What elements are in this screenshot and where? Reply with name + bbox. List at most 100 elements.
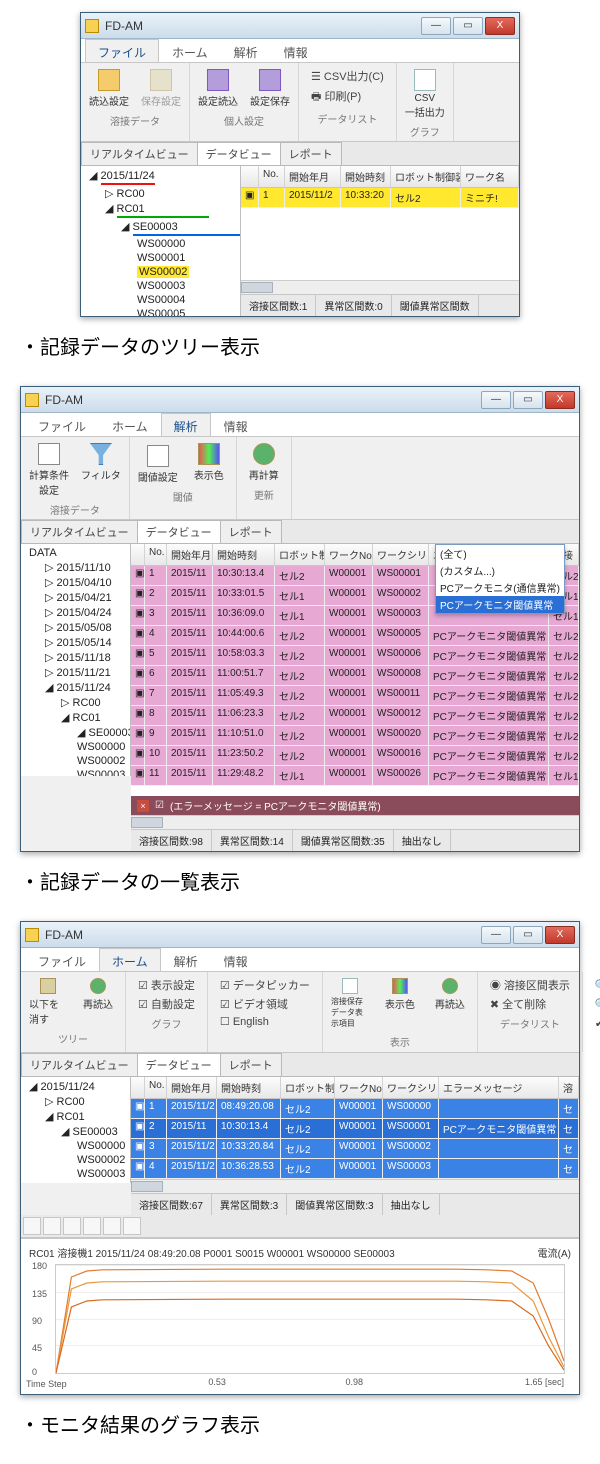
reset-icon[interactable]	[83, 1217, 101, 1235]
tab-file[interactable]: ファイル	[85, 39, 159, 62]
tree-date[interactable]: ◢ 2015/11/24	[21, 1079, 130, 1094]
table-row[interactable]: ▣12015/11/208:49:20.08セル2W00001WS00000セ	[131, 1099, 579, 1119]
tree-ws[interactable]: WS00002	[21, 754, 130, 768]
table-row[interactable]: ▣42015/11/210:36:28.53セル2W00001WS00003セ	[131, 1159, 579, 1179]
tree-date[interactable]: ▷ 2015/05/08	[21, 620, 130, 635]
zoom-in-icon[interactable]	[23, 1217, 41, 1235]
dropdown-option[interactable]: (全て)	[436, 545, 564, 562]
tab-data-view[interactable]: データビュー	[137, 520, 221, 543]
tab-file[interactable]: ファイル	[25, 948, 99, 971]
dropdown-option[interactable]: PCアークモニタ閾値異常	[436, 596, 564, 613]
close-button[interactable]: X	[485, 17, 515, 35]
col-no[interactable]: No.	[259, 166, 285, 187]
titlebar[interactable]: FD-AM — ▭ X	[21, 922, 579, 948]
tree-date[interactable]: ▷ 2015/05/14	[21, 635, 130, 650]
reload2[interactable]: 再読込	[429, 976, 471, 1013]
col-time[interactable]: 開始時刻	[213, 544, 275, 565]
tree-ws[interactable]: WS00002	[21, 1153, 130, 1167]
close-button[interactable]: X	[545, 926, 575, 944]
tab-home[interactable]: ホーム	[99, 413, 161, 436]
save-settings-button[interactable]: 保存設定	[139, 67, 183, 110]
col-serial[interactable]: ワークシリアル	[373, 544, 429, 565]
reverse-search[interactable]: 🔍 逆条件検索	[589, 976, 600, 994]
delete-all[interactable]: ✖ 全て削除	[484, 995, 552, 1013]
tree-se[interactable]: ◢ SE00003	[21, 1124, 130, 1139]
col-date[interactable]: 開始年月	[167, 544, 213, 565]
auto-settings[interactable]: ☑ 自動設定	[132, 995, 201, 1013]
h-scrollbar[interactable]	[131, 1179, 579, 1193]
tree-rc01[interactable]: ◢ RC01	[81, 201, 240, 219]
table-row[interactable]: ▣42015/1110:44:00.6セル2W00001WS00005PCアーク…	[131, 626, 579, 646]
tree-ws[interactable]: WS00000	[21, 1139, 130, 1153]
table-row[interactable]: ▣72015/1111:05:49.3セル2W00001WS00011PCアーク…	[131, 686, 579, 706]
tree-date[interactable]: ▷ 2015/11/21	[21, 665, 130, 680]
titlebar[interactable]: FD-AM — ▭ X	[21, 387, 579, 413]
tree-ws[interactable]: WS00005	[81, 307, 240, 316]
table-row[interactable]: ▣52015/1110:58:03.3セル2W00001WS00006PCアーク…	[131, 646, 579, 666]
english-toggle[interactable]: ☐ English	[214, 1014, 275, 1029]
video-area[interactable]: ☑ ビデオ領域	[214, 995, 294, 1013]
display-settings[interactable]: ☑ 表示設定	[132, 976, 201, 994]
data-picker[interactable]: ☑ データピッカー	[214, 976, 316, 994]
col-marker[interactable]	[241, 166, 259, 187]
col-robot[interactable]: ロボット制御	[275, 544, 325, 565]
close-button[interactable]: X	[545, 391, 575, 409]
minimize-button[interactable]: —	[481, 926, 511, 944]
tree-panel[interactable]: ◢ 2015/11/24 ▷ RC00 ◢ RC01 ◢ SE00003 WS0…	[21, 1077, 131, 1183]
tree-se[interactable]: ◢ SE00003	[21, 725, 130, 740]
dropdown-option[interactable]: (カスタム...)	[436, 562, 564, 579]
table-row[interactable]: ▣82015/1111:06:23.3セル2W00001WS00012PCアーク…	[131, 706, 579, 726]
csv-output-button[interactable]: ☰ CSV出力(C)	[305, 67, 390, 85]
tree-rc01[interactable]: ◢ RC01	[21, 710, 130, 725]
reload-button[interactable]: 再読込	[77, 976, 119, 1013]
read-settings-button[interactable]: 読込設定	[87, 67, 131, 110]
table-row[interactable]: ▣102015/1111:23:50.2セル2W00001WS00016PCアー…	[131, 746, 579, 766]
h-scrollbar[interactable]	[131, 815, 579, 829]
tree-ws[interactable]: WS00003	[21, 768, 130, 776]
tree-rc00[interactable]: ▷ RC00	[81, 186, 240, 201]
color-button[interactable]: 表示色	[188, 441, 230, 484]
tab-report[interactable]: レポート	[220, 1053, 282, 1076]
minimize-button[interactable]: —	[481, 391, 511, 409]
tree-date[interactable]: ▷ 2015/11/10	[21, 560, 130, 575]
tree-se[interactable]: ◢ SE00003	[81, 219, 240, 237]
table-row[interactable]: ▣92015/1111:10:51.0セル2W00001WS00020PCアーク…	[131, 726, 579, 746]
weld-save-display[interactable]: 溶接保存データ表示項目	[329, 976, 371, 1031]
col-robot[interactable]: ロボット制御装置	[391, 166, 461, 187]
tab-info[interactable]: 情報	[271, 39, 321, 62]
clear-filter-icon[interactable]: ×	[137, 800, 149, 812]
maximize-button[interactable]: ▭	[513, 926, 543, 944]
tree-date[interactable]: ▷ 2015/04/24	[21, 605, 130, 620]
tab-report[interactable]: レポート	[220, 520, 282, 543]
tab-data-view[interactable]: データビュー	[137, 1053, 221, 1076]
table-row[interactable]: ▣112015/1111:29:48.2セル1W00001WS00026PCアー…	[131, 766, 579, 786]
col-marker[interactable]	[131, 544, 145, 565]
tree-ws[interactable]: WS00002	[81, 265, 240, 279]
tree-date[interactable]: ▷ 2015/04/21	[21, 590, 130, 605]
tab-realtime-view[interactable]: リアルタイムビュー	[21, 520, 138, 543]
maximize-button[interactable]: ▭	[513, 391, 543, 409]
tree-ws[interactable]: WS00003	[81, 279, 240, 293]
tab-data-view[interactable]: データビュー	[197, 142, 281, 165]
tab-realtime-view[interactable]: リアルタイムビュー	[81, 142, 198, 165]
tab-realtime-view[interactable]: リアルタイムビュー	[21, 1053, 138, 1076]
col-no[interactable]: No.	[145, 544, 167, 565]
tab-file[interactable]: ファイル	[25, 413, 99, 436]
col-workno[interactable]: ワークNo.	[325, 544, 373, 565]
tab-analysis[interactable]: 解析	[161, 413, 211, 436]
tree-date[interactable]: ▷ 2015/11/18	[21, 650, 130, 665]
weld-section-display[interactable]: ◉ 溶接区間表示	[484, 976, 576, 994]
tree-date[interactable]: ◢ 2015/11/24	[21, 680, 130, 695]
zoom-out-icon[interactable]	[43, 1217, 61, 1235]
tree-ws[interactable]: WS00001	[81, 251, 240, 265]
titlebar[interactable]: FD-AM — ▭ X	[81, 13, 519, 39]
cursor-icon[interactable]	[103, 1217, 121, 1235]
settings-save-button[interactable]: 設定保存	[248, 67, 292, 110]
tree-ws[interactable]: WS00000	[21, 740, 130, 754]
tree-ws[interactable]: WS00000	[81, 237, 240, 251]
calc-settings-button[interactable]: 計算条件 設定	[27, 441, 71, 499]
tree-root[interactable]: DATA	[21, 546, 130, 560]
table-row[interactable]: ▣ 1 2015/11/2 10:33:20 セル2 ミニチ!	[241, 188, 519, 208]
tab-report[interactable]: レポート	[280, 142, 342, 165]
export-icon[interactable]	[123, 1217, 141, 1235]
